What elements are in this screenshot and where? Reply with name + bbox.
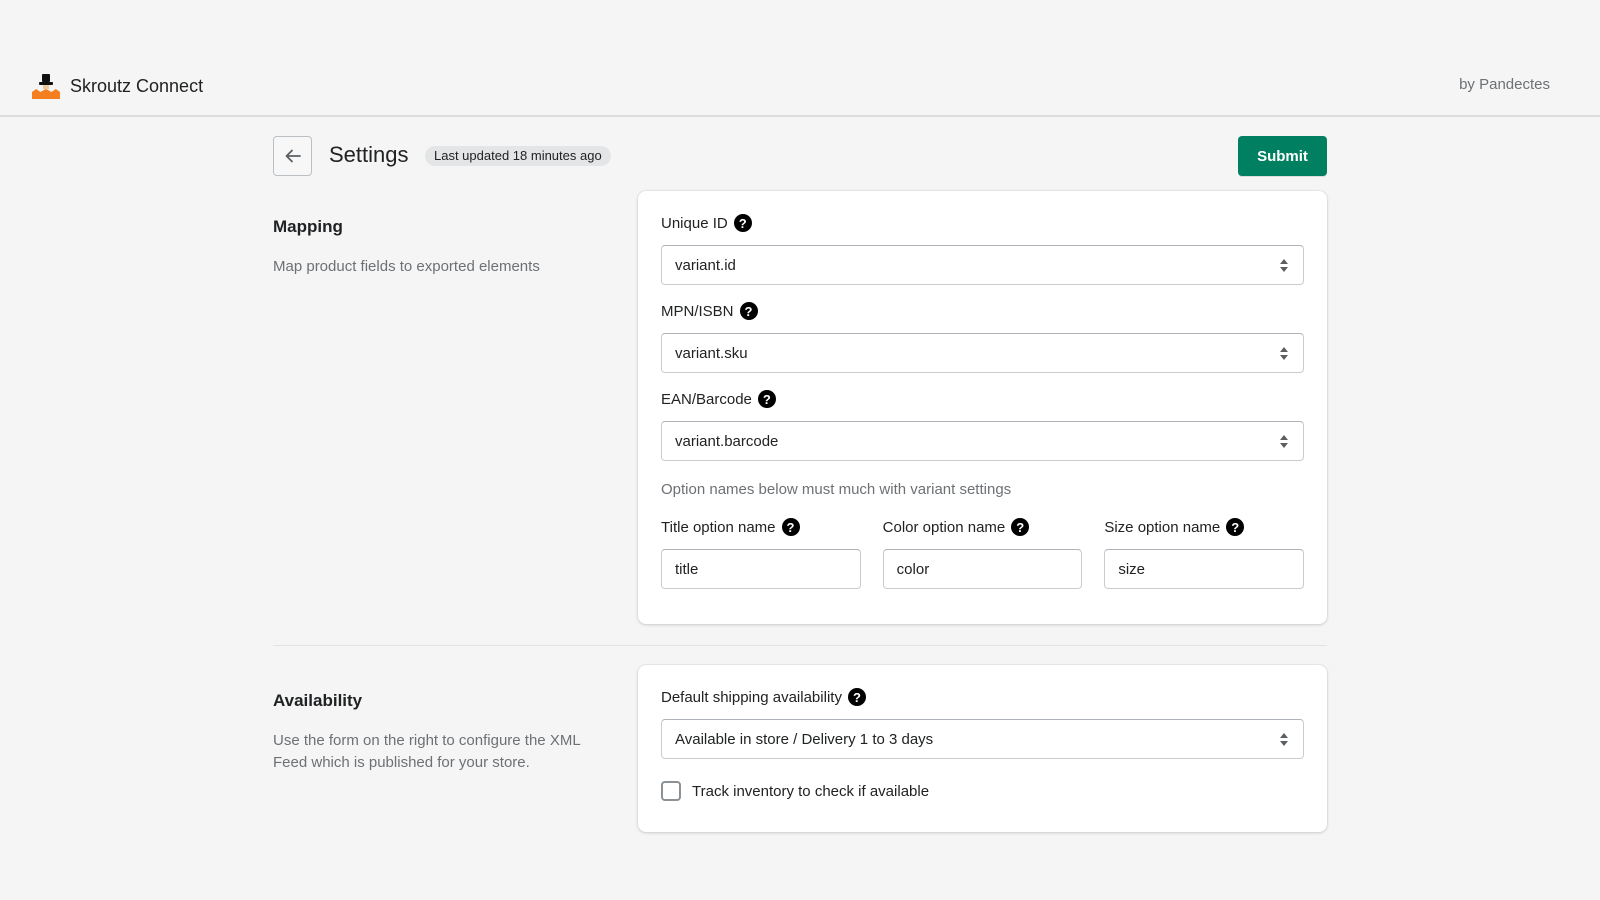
availability-card: Default shipping availability ? Availabl…	[638, 665, 1327, 832]
help-icon[interactable]: ?	[1011, 518, 1030, 536]
submit-button[interactable]: Submit	[1238, 136, 1327, 176]
color-option-label: Color option name	[882, 518, 1006, 536]
select-arrows-icon	[1279, 346, 1289, 362]
availability-heading: Availability	[273, 691, 363, 710]
help-icon[interactable]: ?	[739, 302, 758, 320]
shipping-availability-value: Available in store / Delivery 1 to 3 day…	[675, 730, 934, 748]
section-divider	[273, 645, 1327, 646]
help-icon[interactable]: ?	[757, 390, 776, 408]
size-option-field: Size option name ?	[1104, 517, 1305, 589]
option-names-row: Title option name ? Color option name ? …	[661, 517, 1305, 589]
mapping-description: Map product fields to exported elements	[273, 258, 540, 275]
page-header: Settings Last updated 18 minutes ago Sub…	[273, 136, 1327, 176]
unique-id-field: Unique ID ? variant.id	[661, 213, 1304, 285]
last-updated-badge: Last updated 18 minutes ago	[425, 146, 611, 166]
size-option-input[interactable]	[1104, 549, 1305, 589]
help-icon[interactable]: ?	[781, 518, 800, 536]
color-option-input[interactable]	[882, 549, 1083, 589]
size-option-label: Size option name	[1104, 518, 1221, 536]
ean-barcode-field: EAN/Barcode ? variant.barcode	[661, 389, 1304, 461]
mapping-aside: Mapping Map product fields to exported e…	[273, 217, 603, 278]
back-button[interactable]	[273, 136, 312, 176]
track-inventory-label[interactable]: Track inventory to check if available	[692, 783, 929, 800]
unique-id-value: variant.id	[675, 256, 736, 274]
mpn-isbn-value: variant.sku	[675, 344, 748, 362]
shipping-availability-select[interactable]: Available in store / Delivery 1 to 3 day…	[661, 719, 1304, 759]
availability-description: Use the form on the right to configure t…	[273, 732, 581, 771]
title-option-field: Title option name ?	[661, 517, 861, 589]
option-names-hint: Option names below must much with varian…	[661, 481, 1012, 498]
ean-barcode-label: EAN/Barcode	[661, 390, 752, 408]
title-option-label: Title option name	[661, 518, 776, 536]
arrow-left-icon	[285, 149, 301, 163]
track-inventory-checkbox[interactable]	[661, 781, 681, 801]
ean-barcode-select[interactable]: variant.barcode	[661, 421, 1304, 461]
mpn-isbn-field: MPN/ISBN ? variant.sku	[661, 301, 1304, 373]
title-option-input[interactable]	[661, 549, 861, 589]
select-arrows-icon	[1279, 434, 1289, 450]
mapping-heading: Mapping	[273, 217, 343, 236]
app-brand: Skroutz Connect	[32, 73, 203, 99]
shipping-availability-label: Default shipping availability	[661, 688, 842, 706]
skroutz-logo-icon	[32, 73, 60, 99]
ean-barcode-value: variant.barcode	[675, 432, 779, 450]
help-icon[interactable]: ?	[847, 688, 866, 706]
shipping-availability-field: Default shipping availability ? Availabl…	[661, 687, 1304, 759]
color-option-field: Color option name ?	[882, 517, 1083, 589]
help-icon[interactable]: ?	[1226, 518, 1245, 536]
help-icon[interactable]: ?	[733, 214, 752, 232]
select-arrows-icon	[1279, 732, 1289, 748]
availability-aside: Availability Use the form on the right t…	[273, 691, 603, 774]
mpn-isbn-label: MPN/ISBN	[661, 302, 734, 320]
mapping-card: Unique ID ? variant.id MPN/ISBN ? varian…	[638, 191, 1327, 624]
app-name: Skroutz Connect	[70, 75, 204, 96]
mpn-isbn-select[interactable]: variant.sku	[661, 333, 1304, 373]
unique-id-select[interactable]: variant.id	[661, 245, 1304, 285]
app-byline: by Pandectes	[1459, 76, 1550, 93]
select-arrows-icon	[1279, 258, 1289, 274]
track-inventory-row[interactable]: Track inventory to check if available	[661, 781, 1304, 801]
unique-id-label: Unique ID	[661, 214, 728, 232]
top-bar: Skroutz Connect by Pandectes	[0, 0, 1600, 117]
page-title: Settings	[329, 142, 409, 167]
